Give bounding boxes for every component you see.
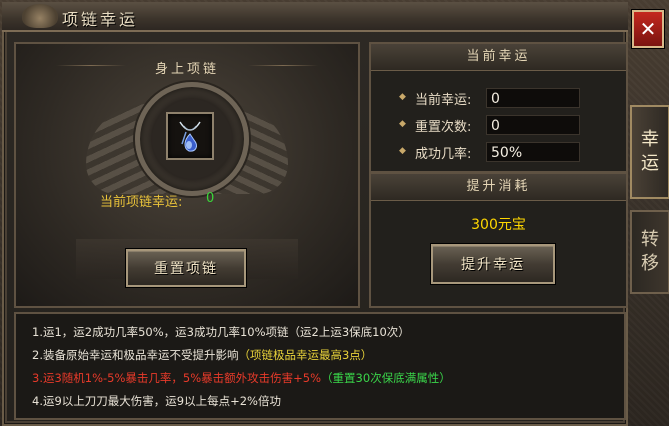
tab-label: 转 (641, 229, 659, 250)
note-text: 3.运3随机1%-5%暴击几率，5%暴击额外攻击伤害+5% (32, 371, 322, 385)
necklace-panel: 身上项链 当前项链幸运: 0 重置项链 (14, 42, 360, 308)
row-label: 重置次数: (415, 120, 472, 135)
necklace-icon (179, 121, 201, 152)
close-icon: ✕ (639, 17, 657, 41)
tab-label: 移 (641, 253, 659, 274)
note-line: 4.运9以上刀刀最大伤害，运9以上每点+2%倍功 (32, 393, 281, 409)
panel-header: 当前幸运 (371, 44, 626, 71)
note-line: 2.装备原始幸运和极品幸运不受提升影响（项链极品幸运最高3点） (32, 347, 372, 363)
upgrade-luck-button[interactable]: 提升幸运 (431, 244, 555, 284)
panel-title: 身上项链 (154, 62, 219, 77)
reset-necklace-button[interactable]: 重置项链 (126, 249, 246, 287)
note-text: （项链极品幸运最高3点） (238, 348, 373, 362)
current-luck-panel: 当前幸运 ◆ 当前幸运: 0 ◆ 重置次数: 0 ◆ 成功几率: 50% (369, 42, 628, 173)
tab-label: 运 (641, 153, 659, 174)
note-text: 2.装备原始幸运和极品幸运不受提升影响 (32, 348, 239, 362)
row-label: 成功几率: (415, 147, 472, 162)
diamond-bullet-icon: ◆ (399, 146, 406, 156)
title-bar[interactable]: 项链幸运 (2, 2, 628, 32)
note-text: 4.运9以上刀刀最大伤害，运9以上每点+2%倍功 (32, 394, 281, 408)
necklace-slot[interactable] (166, 112, 214, 160)
current-necklace-luck-value: 0 (206, 191, 215, 206)
success-rate-value: 50% (486, 142, 580, 162)
tab-label: 幸 (641, 129, 659, 150)
upgrade-cost-panel: 提升消耗 300元宝 提升幸运 (369, 172, 628, 308)
close-button[interactable]: ✕ (632, 10, 664, 48)
note-line: 3.运3随机1%-5%暴击几率，5%暴击额外攻击伤害+5%（重置30次保底满属性… (32, 370, 451, 386)
tab-luck[interactable]: 幸 运 (630, 105, 669, 199)
current-luck-value: 0 (486, 88, 580, 108)
window-title: 项链幸运 (62, 10, 139, 29)
note-line: 1.运1，运2成功几率50%，运3成功几率10%项链（运2上运3保底10次） (32, 324, 410, 340)
cost-value: 300元宝 (471, 217, 526, 233)
diamond-bullet-icon: ◆ (399, 92, 406, 102)
reset-count-value: 0 (486, 115, 580, 135)
dragon-ornament-icon (22, 4, 58, 28)
diamond-bullet-icon: ◆ (399, 119, 406, 129)
current-necklace-luck-label: 当前项链幸运: (100, 195, 183, 210)
note-text: （重置30次保底满属性） (321, 371, 451, 385)
rules-notes: 1.运1，运2成功几率50%，运3成功几率10%项链（运2上运3保底10次） 2… (14, 312, 626, 420)
panel-header: 提升消耗 (371, 174, 626, 201)
tab-transfer[interactable]: 转 移 (630, 210, 669, 294)
row-label: 当前幸运: (415, 93, 472, 108)
note-text: 1.运1，运2成功几率50%，运3成功几率10%项链（运2上运3保底10次） (32, 325, 410, 339)
